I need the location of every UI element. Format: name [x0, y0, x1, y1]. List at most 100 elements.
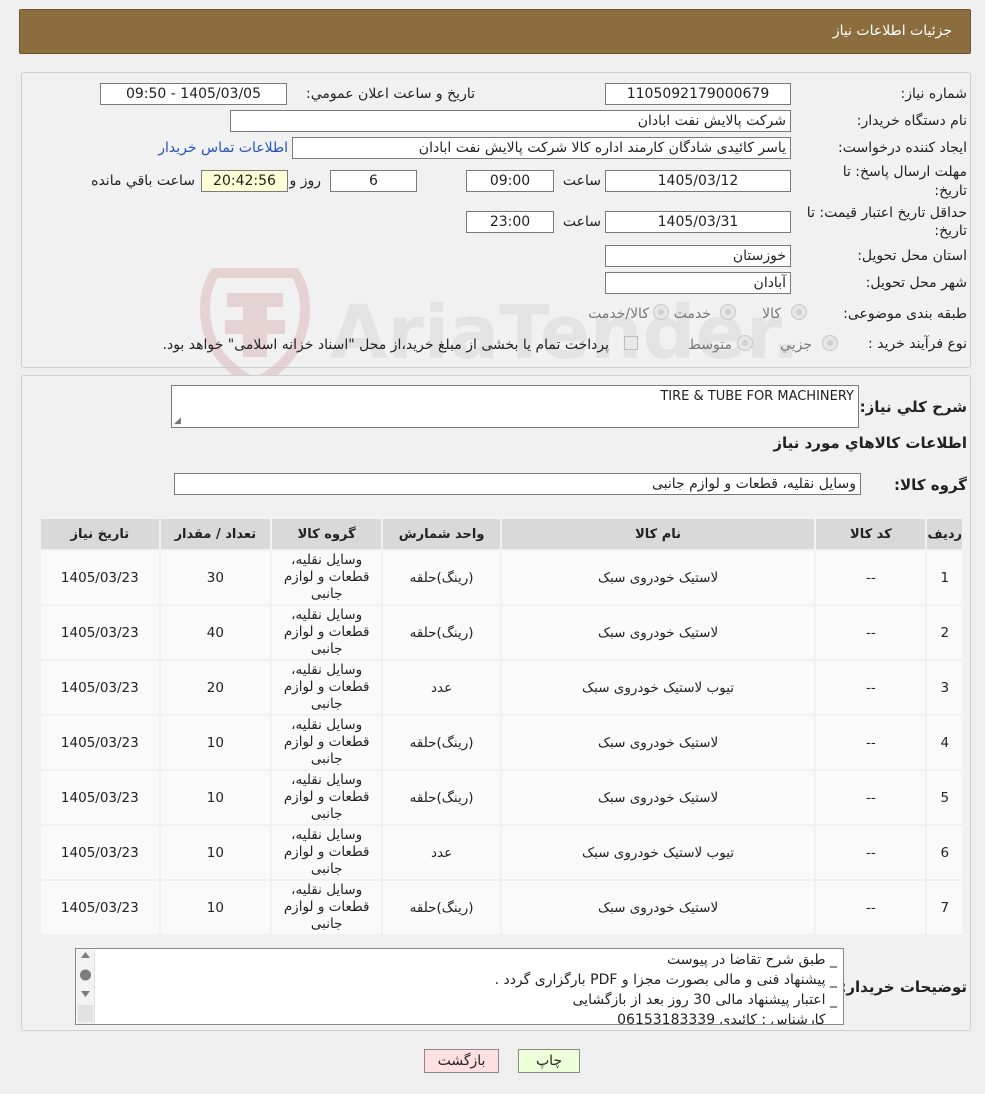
items-heading: اطلاعات کالاهاي مورد نياز — [773, 434, 967, 452]
page-header: جزئیات اطلاعات نیاز — [19, 9, 971, 54]
cell-need-date: 1405/03/23 — [41, 881, 159, 934]
cell-item-name: تیوب لاستیک خودروی سبک — [501, 826, 815, 879]
process-minor-radio[interactable] — [822, 335, 838, 351]
cell-quantity: 20 — [160, 661, 270, 714]
cell-row-number: 5 — [927, 771, 962, 824]
col-item-name: نام کالا — [501, 519, 815, 549]
back-button[interactable]: بازگشت — [424, 1049, 499, 1073]
group-label: گروه کالا: — [894, 476, 967, 494]
cell-need-date: 1405/03/23 — [41, 716, 159, 769]
cell-item-code: -- — [816, 826, 926, 879]
table-body: 1 -- لاستیک خودروی سبک (رینگ)حلقه وسایل … — [41, 551, 962, 934]
buyer-note-line: _ پیشنهاد فنی و مالی بصورت مجزا و PDF با… — [494, 972, 837, 988]
process-minor-label: جزیي — [780, 337, 812, 353]
cell-item-code: -- — [816, 551, 926, 604]
cell-unit: عدد — [383, 826, 500, 879]
category-goods-service-label: کالا/خدمت — [588, 306, 649, 322]
deadline-time-field: 09:00 — [466, 170, 554, 192]
announce-datetime-field: 1405/03/05 - 09:50 — [100, 83, 287, 105]
cell-row-number: 3 — [927, 661, 962, 714]
cell-item-code: -- — [816, 771, 926, 824]
scroll-up-icon — [81, 952, 90, 958]
cell-item-code: -- — [816, 606, 926, 659]
cell-quantity: 30 — [160, 551, 270, 604]
cell-row-number: 4 — [927, 716, 962, 769]
cell-unit: (رینگ)حلقه — [383, 551, 500, 604]
cell-item-code: -- — [816, 716, 926, 769]
need-number-field: 1105092179000679 — [605, 83, 791, 105]
table-row: 4 -- لاستیک خودروی سبک (رینگ)حلقه وسایل … — [41, 716, 962, 769]
notes-scrollbar[interactable] — [76, 949, 95, 1024]
validity-hour-label: ساعت — [562, 214, 601, 230]
cell-item-name: لاستیک خودروی سبک — [501, 551, 815, 604]
category-goods-radio[interactable] — [791, 304, 807, 320]
treasury-payment-checkbox[interactable] — [624, 336, 638, 350]
process-medium-label: متوسط — [688, 337, 732, 353]
col-item-code: کد کالا — [816, 519, 926, 549]
cell-item-group: وسایل نقلیه، قطعات و لوازم جانبی — [271, 716, 382, 769]
process-label: نوع فرآیند خرید : — [868, 336, 967, 352]
validity-date-field: 1405/03/31 — [605, 211, 791, 233]
print-button[interactable]: چاپ — [518, 1049, 580, 1073]
province-field: خوزستان — [605, 245, 791, 267]
city-field: آبادان — [605, 272, 791, 294]
cell-item-name: لاستیک خودروی سبک — [501, 881, 815, 934]
deadline-hour-label: ساعت — [562, 173, 601, 189]
deadline-label: مهلت ارسال پاسخ: تا — [842, 164, 967, 180]
validity-label: حداقل تاریخ اعتبار قیمت: تا — [806, 205, 967, 221]
category-goods-service-radio[interactable] — [653, 304, 669, 320]
cell-need-date: 1405/03/23 — [41, 551, 159, 604]
cell-unit: (رینگ)حلقه — [383, 881, 500, 934]
col-item-group: گروه کالا — [271, 519, 382, 549]
days-label: روز و — [289, 173, 322, 189]
cell-row-number: 7 — [927, 881, 962, 934]
resize-handle-icon[interactable]: ◢ — [174, 416, 181, 426]
cell-item-name: تیوب لاستیک خودروی سبک — [501, 661, 815, 714]
buyer-contact-link[interactable]: اطلاعات تماس خریدار — [158, 140, 288, 156]
buyer-notes-textarea[interactable]: _ طبق شرح تقاضا در پیوست _ پیشنهاد فنی و… — [75, 948, 844, 1025]
cell-item-code: -- — [816, 661, 926, 714]
cell-quantity: 10 — [160, 826, 270, 879]
col-row-number: رديف — [927, 519, 962, 549]
cell-unit: عدد — [383, 661, 500, 714]
announce-label: تاريخ و ساعت اعلان عمومي: — [306, 86, 475, 102]
city-label: شهر محل تحویل: — [865, 275, 967, 291]
col-need-date: تاريخ نياز — [41, 519, 159, 549]
table-row: 1 -- لاستیک خودروی سبک (رینگ)حلقه وسایل … — [41, 551, 962, 604]
watermark-text: AriaTender.neT — [330, 290, 795, 376]
col-quantity: تعداد / مقدار — [160, 519, 270, 549]
buyer-field: شرکت پالایش نفت ابادان — [230, 110, 791, 132]
cell-unit: (رینگ)حلقه — [383, 716, 500, 769]
cell-row-number: 1 — [927, 551, 962, 604]
category-goods-label: کالا — [762, 306, 781, 322]
category-service-radio[interactable] — [720, 304, 736, 320]
cell-unit: (رینگ)حلقه — [383, 771, 500, 824]
cell-row-number: 2 — [927, 606, 962, 659]
buyer-note-line: _ طبق شرح تقاضا در پیوست — [666, 952, 837, 968]
col-unit: واحد شمارش — [383, 519, 500, 549]
cell-unit: (رینگ)حلقه — [383, 606, 500, 659]
process-medium-radio[interactable] — [737, 335, 753, 351]
cell-item-group: وسایل نقلیه، قطعات و لوازم جانبی — [271, 881, 382, 934]
summary-label: شرح کلي نياز: — [859, 398, 967, 416]
group-field: وسایل نقلیه، قطعات و لوازم جانبی — [174, 473, 861, 495]
treasury-payment-note: پرداخت تمام يا بخشی از مبلغ خرید،از محل … — [162, 337, 609, 353]
cell-item-name: لاستیک خودروی سبک — [501, 606, 815, 659]
province-label: استان محل تحویل: — [857, 248, 967, 264]
page-title: جزئیات اطلاعات نیاز — [832, 23, 952, 39]
category-service-label: خدمت — [673, 306, 711, 322]
table-row: 7 -- لاستیک خودروی سبک (رینگ)حلقه وسایل … — [41, 881, 962, 934]
table-header-row: رديف کد کالا نام کالا واحد شمارش گروه کا… — [41, 519, 962, 549]
deadline-label-date: تاریخ: — [934, 183, 967, 199]
cell-item-group: وسایل نقلیه، قطعات و لوازم جانبی — [271, 551, 382, 604]
need-number-label: شماره نیاز: — [900, 86, 968, 102]
cell-item-group: وسایل نقلیه، قطعات و لوازم جانبی — [271, 771, 382, 824]
table-row: 5 -- لاستیک خودروی سبک (رینگ)حلقه وسایل … — [41, 771, 962, 824]
validity-label-date: تاریخ: — [934, 223, 967, 239]
cell-need-date: 1405/03/23 — [41, 606, 159, 659]
items-table: رديف کد کالا نام کالا واحد شمارش گروه کا… — [39, 517, 964, 936]
cell-quantity: 40 — [160, 606, 270, 659]
table-row: 2 -- لاستیک خودروی سبک (رینگ)حلقه وسایل … — [41, 606, 962, 659]
cell-item-group: وسایل نقلیه، قطعات و لوازم جانبی — [271, 661, 382, 714]
buyer-label: نام دستگاه خریدار: — [856, 113, 967, 129]
